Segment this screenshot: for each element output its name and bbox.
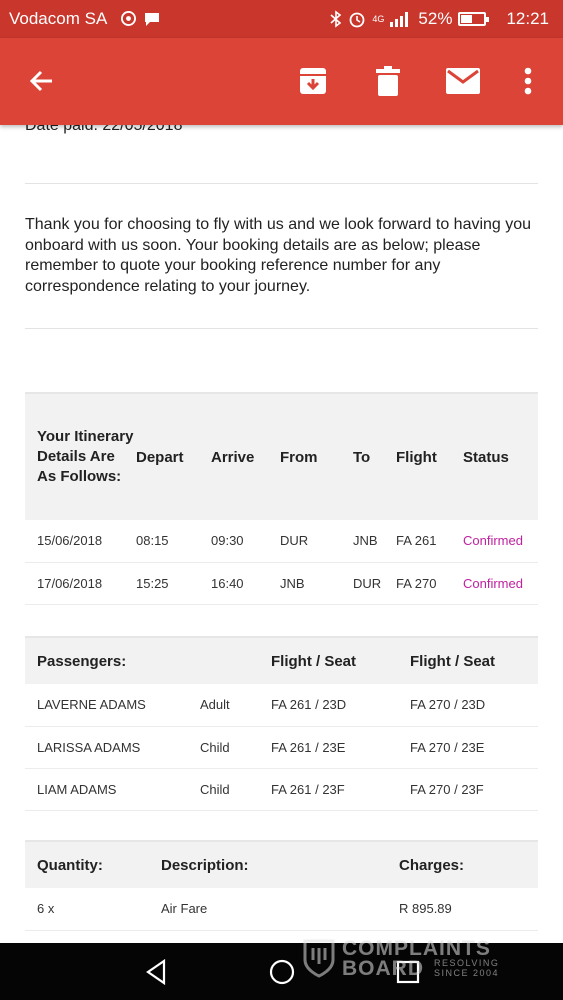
col-flight: Flight <box>396 448 437 466</box>
table-row: LIAM ADAMS Child FA 261 / 23F FA 270 / 2… <box>25 768 538 811</box>
network-type: 4G <box>372 13 385 24</box>
col-from: From <box>280 448 318 466</box>
chrome-icon <box>121 11 136 26</box>
cell-passenger-type: Child <box>200 726 271 769</box>
col-type <box>200 637 271 684</box>
signal-icon <box>390 12 409 27</box>
table-row: LAVERNE ADAMS Adult FA 261 / 23D FA 270 … <box>25 684 538 727</box>
col-quantity: Quantity: <box>37 856 103 874</box>
col-passengers: Passengers: <box>37 652 127 670</box>
itinerary-heading: Your Itinerary Details Are As Follows: <box>37 428 134 485</box>
cell-passenger-name: LARISSA ADAMS <box>25 726 200 769</box>
col-outbound-seat: Flight / Seat <box>271 652 357 670</box>
divider <box>25 183 538 184</box>
cell-passenger-name: LAVERNE ADAMS <box>25 684 200 727</box>
cell-flight: FA 261 <box>396 520 463 563</box>
divider <box>25 328 538 329</box>
cell-to: JNB <box>353 520 396 563</box>
alarm-icon <box>350 12 365 28</box>
col-arrive: Arrive <box>211 448 255 466</box>
carrier-name: Vodacom SA <box>9 9 108 28</box>
status-badge: Confirmed <box>463 520 538 563</box>
archive-icon[interactable] <box>295 63 331 99</box>
cell-quantity: 6 x <box>25 888 161 931</box>
col-description: Description: <box>161 856 249 874</box>
navigation-bar <box>0 943 563 1000</box>
cell-outbound-seat: FA 261 / 23D <box>271 684 410 727</box>
intro-paragraph: Thank you for choosing to fly with us an… <box>25 216 532 295</box>
date-paid: Date paid: 22/05/2018 <box>25 125 183 134</box>
table-row: LARISSA ADAMS Child FA 261 / 23E FA 270 … <box>25 726 538 769</box>
cell-from: DUR <box>280 520 353 563</box>
cell-return-seat: FA 270 / 23D <box>410 684 538 727</box>
nav-back-icon[interactable] <box>142 957 172 987</box>
cell-charge: R 895.89 <box>399 888 538 931</box>
cell-from: JNB <box>280 562 353 605</box>
table-row: 6 x Air Fare R 895.89 <box>25 888 538 931</box>
nav-recents-icon[interactable] <box>393 957 423 987</box>
itinerary-table: Your Itinerary Details Are As Follows: D… <box>25 392 538 605</box>
cell-flight: FA 270 <box>396 562 463 605</box>
cell-passenger-name: LIAM ADAMS <box>25 768 200 811</box>
cell-outbound-seat: FA 261 / 23F <box>271 768 410 811</box>
more-vert-icon[interactable] <box>510 63 546 99</box>
status-bar: Vodacom SA 4G 52% 12:21 <box>0 0 563 38</box>
mail-icon[interactable] <box>444 63 482 99</box>
cell-depart: 15:25 <box>136 562 211 605</box>
cell-depart: 08:15 <box>136 520 211 563</box>
battery-icon <box>458 12 490 26</box>
cell-return-seat: FA 270 / 23F <box>410 768 538 811</box>
cell-return-seat: FA 270 / 23E <box>410 726 538 769</box>
cell-passenger-type: Child <box>200 768 271 811</box>
back-arrow-icon[interactable] <box>24 63 60 99</box>
cell-arrive: 16:40 <box>211 562 280 605</box>
bluetooth-icon <box>330 10 342 28</box>
col-charges: Charges: <box>399 856 465 874</box>
cell-to: DUR <box>353 562 396 605</box>
chat-bubble-icon <box>145 13 159 26</box>
col-depart: Depart <box>136 448 184 466</box>
table-row: 17/06/2018 15:25 16:40 JNB DUR FA 270 Co… <box>25 562 538 605</box>
passengers-table: Passengers: Flight / Seat Flight / Seat … <box>25 636 538 811</box>
email-body: Date paid: 22/05/2018 Thank you for choo… <box>0 125 563 943</box>
itinerary-header-row: Your Itinerary Details Are As Follows: D… <box>25 393 538 520</box>
battery-percent: 52% <box>418 9 453 28</box>
cell-date: 17/06/2018 <box>25 562 136 605</box>
charges-table: Quantity: Description: Charges: 6 x Air … <box>25 840 538 931</box>
col-to: To <box>353 448 371 466</box>
col-status: Status <box>463 448 509 466</box>
table-row: 15/06/2018 08:15 09:30 DUR JNB FA 261 Co… <box>25 520 538 563</box>
col-return-seat: Flight / Seat <box>410 652 496 670</box>
cell-outbound-seat: FA 261 / 23E <box>271 726 410 769</box>
cell-arrive: 09:30 <box>211 520 280 563</box>
status-badge: Confirmed <box>463 562 538 605</box>
cell-date: 15/06/2018 <box>25 520 136 563</box>
clock: 12:21 <box>506 9 549 28</box>
passengers-header-row: Passengers: Flight / Seat Flight / Seat <box>25 637 538 684</box>
app-bar <box>0 38 563 125</box>
nav-home-icon[interactable] <box>267 957 297 987</box>
delete-icon[interactable] <box>370 63 406 99</box>
cell-passenger-type: Adult <box>200 684 271 727</box>
charges-header-row: Quantity: Description: Charges: <box>25 841 538 888</box>
cell-description: Air Fare <box>161 888 399 931</box>
